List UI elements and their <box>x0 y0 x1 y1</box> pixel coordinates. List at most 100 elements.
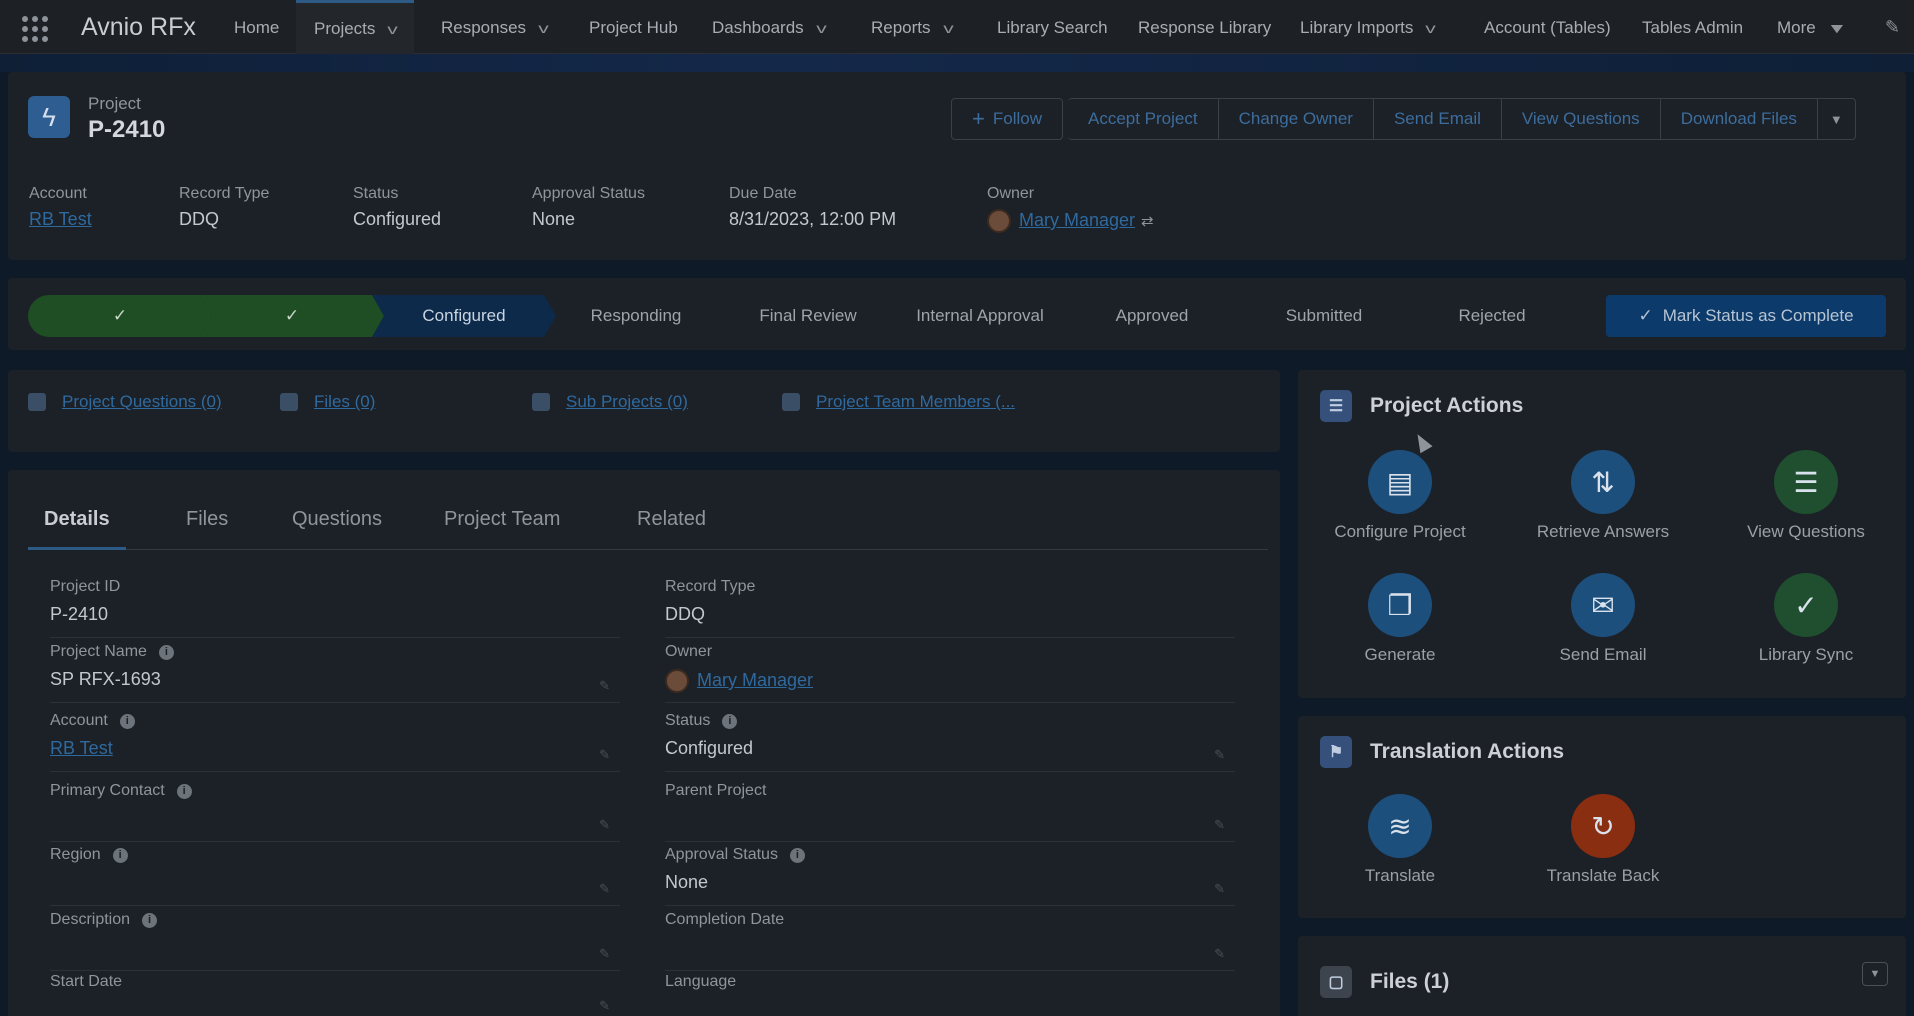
checkmark-icon: ✓ <box>1638 306 1653 325</box>
nav-account-tables[interactable]: Account (Tables) <box>1484 0 1611 54</box>
pencil-edit-icon[interactable]: ✎ <box>599 998 610 1014</box>
view-questions-button[interactable]: View Questions <box>1501 98 1661 140</box>
info-icon[interactable]: i <box>119 713 135 729</box>
pencil-edit-icon[interactable]: ✎ <box>1214 747 1225 763</box>
nav-home[interactable]: Home <box>234 0 279 54</box>
info-icon[interactable]: i <box>158 644 174 660</box>
header-button-group: + Follow Accept Project Change Owner Send… <box>951 98 1856 140</box>
pencil-edit-icon[interactable]: ✎ <box>599 747 610 763</box>
mark-status-complete-button[interactable]: ✓ Mark Status as Complete <box>1606 295 1886 337</box>
pencil-edit-icon[interactable]: ✎ <box>599 678 610 694</box>
library-sync-action[interactable]: ✓ Library Sync <box>1716 573 1896 665</box>
quick-link-project-questions[interactable]: Project Questions (0) <box>28 392 222 412</box>
path-stage-completed-1[interactable]: ✓ <box>28 295 212 337</box>
owner-link[interactable]: Mary Manager <box>697 670 813 690</box>
info-icon[interactable]: i <box>176 783 192 799</box>
email-icon: ✉ <box>1571 573 1635 637</box>
path-stage-rejected[interactable]: Rejected <box>1400 295 1584 337</box>
more-actions-dropdown[interactable]: ▼ <box>1817 98 1856 140</box>
path-stage-submitted[interactable]: Submitted <box>1232 295 1416 337</box>
nav-more[interactable]: More ▼ <box>1777 0 1847 56</box>
header-field-approval-status: Approval Status None <box>532 185 645 229</box>
app-launcher-icon[interactable] <box>22 16 52 42</box>
quick-link-sub-projects[interactable]: Sub Projects (0) <box>532 392 688 412</box>
generate-action[interactable]: ❐ Generate <box>1310 573 1490 665</box>
plus-icon: + <box>972 106 985 131</box>
info-icon[interactable]: i <box>722 713 738 729</box>
project-actions-panel: ☰ Project Actions ▤ Configure Project ⇅ Ret… <box>1298 370 1906 698</box>
files-panel: ▢ Files (1) ▼ <box>1298 936 1906 1016</box>
translate-back-action[interactable]: ↻ Translate Back <box>1513 794 1693 886</box>
info-icon[interactable]: i <box>789 847 805 863</box>
quick-link-project-team-members[interactable]: Project Team Members (... <box>782 392 1015 412</box>
nav-projects[interactable]: Projects v <box>296 0 415 55</box>
chevron-down-icon[interactable]: v <box>1426 0 1437 56</box>
download-files-button[interactable]: Download Files <box>1660 98 1818 140</box>
change-owner-button[interactable]: Change Owner <box>1218 98 1374 140</box>
account-link[interactable]: RB Test <box>50 738 113 758</box>
nav-library-imports[interactable]: Library Imports v <box>1300 0 1437 56</box>
field-project-id: Project ID P-2410 <box>50 578 620 638</box>
record-type-label: Project <box>88 94 141 113</box>
accept-project-button[interactable]: Accept Project <box>1067 98 1219 140</box>
path-stage-internal-approval[interactable]: Internal Approval <box>888 295 1072 337</box>
chevron-down-icon[interactable]: v <box>538 0 549 56</box>
team-icon <box>782 393 800 411</box>
path-stage-configured[interactable]: Configured <box>372 295 556 337</box>
translate-action[interactable]: ≋ Translate <box>1310 794 1490 886</box>
edit-nav-pencil-icon[interactable]: ✎ <box>1885 17 1900 38</box>
nav-reports[interactable]: Reports v <box>871 0 954 56</box>
files-dropdown-toggle[interactable]: ▼ <box>1862 962 1888 986</box>
nav-project-hub[interactable]: Project Hub <box>589 0 678 54</box>
pencil-edit-icon[interactable]: ✎ <box>1214 881 1225 897</box>
chevron-down-icon[interactable]: v <box>388 3 399 55</box>
sync-icon: ✓ <box>1774 573 1838 637</box>
path-stage-responding[interactable]: Responding <box>544 295 728 337</box>
quick-link-files[interactable]: Files (0) <box>280 392 375 412</box>
tab-details[interactable]: Details <box>28 508 126 550</box>
field-primary-contact: Primary Contact i ✎ <box>50 782 620 842</box>
top-navigation-bar: Avnio RFx Home Projects v Responses v Proj… <box>0 0 1914 54</box>
nav-library-search[interactable]: Library Search <box>997 0 1108 54</box>
file-icon: ▢ <box>1320 966 1352 998</box>
tab-questions[interactable]: Questions <box>292 508 382 550</box>
configure-project-action[interactable]: ▤ Configure Project <box>1310 450 1490 542</box>
path-stage-approved[interactable]: Approved <box>1060 295 1244 337</box>
nav-responses[interactable]: Responses v <box>441 0 549 56</box>
info-icon[interactable]: i <box>112 847 128 863</box>
info-icon[interactable]: i <box>142 912 158 928</box>
pencil-edit-icon[interactable]: ✎ <box>599 946 610 962</box>
pencil-edit-icon[interactable]: ✎ <box>1214 946 1225 962</box>
translation-actions-header: ⚑ Translation Actions <box>1320 736 1564 768</box>
list-icon: ☰ <box>1320 390 1352 422</box>
lightning-bolt-icon: ϟ <box>28 96 70 138</box>
send-email-action[interactable]: ✉ Send Email <box>1513 573 1693 665</box>
account-link[interactable]: RB Test <box>29 209 92 229</box>
path-stage-completed-2[interactable]: ✓ <box>200 295 384 337</box>
record-tabs: Details Files Questions Project Team Rel… <box>28 498 1268 550</box>
record-header: ϟ Project P-2410 + Follow Accept Project … <box>8 72 1906 260</box>
change-owner-icon[interactable]: ⇄ <box>1141 213 1154 230</box>
view-questions-action[interactable]: ☰ View Questions <box>1716 450 1896 542</box>
send-email-button[interactable]: Send Email <box>1373 98 1502 140</box>
tab-related[interactable]: Related <box>637 508 706 550</box>
pencil-edit-icon[interactable]: ✎ <box>1214 817 1225 833</box>
field-start-date: Start Date ✎ <box>50 973 620 1016</box>
tab-project-team[interactable]: Project Team <box>444 508 560 550</box>
caret-down-icon[interactable]: ▼ <box>1826 0 1847 56</box>
avatar <box>665 669 689 693</box>
follow-button[interactable]: + Follow <box>951 98 1063 140</box>
header-band <box>0 54 1914 72</box>
owner-link[interactable]: Mary Manager <box>1019 210 1135 230</box>
pencil-edit-icon[interactable]: ✎ <box>599 881 610 897</box>
chevron-down-icon[interactable]: v <box>943 0 954 56</box>
pencil-edit-icon[interactable]: ✎ <box>599 817 610 833</box>
nav-tables-admin[interactable]: Tables Admin <box>1642 0 1743 54</box>
list-icon: ☰ <box>1774 450 1838 514</box>
nav-dashboards[interactable]: Dashboards v <box>712 0 827 56</box>
path-stage-final-review[interactable]: Final Review <box>716 295 900 337</box>
tab-files[interactable]: Files <box>186 508 228 550</box>
chevron-down-icon[interactable]: v <box>816 0 827 56</box>
retrieve-answers-action[interactable]: ⇅ Retrieve Answers <box>1513 450 1693 542</box>
nav-response-library[interactable]: Response Library <box>1138 0 1271 54</box>
